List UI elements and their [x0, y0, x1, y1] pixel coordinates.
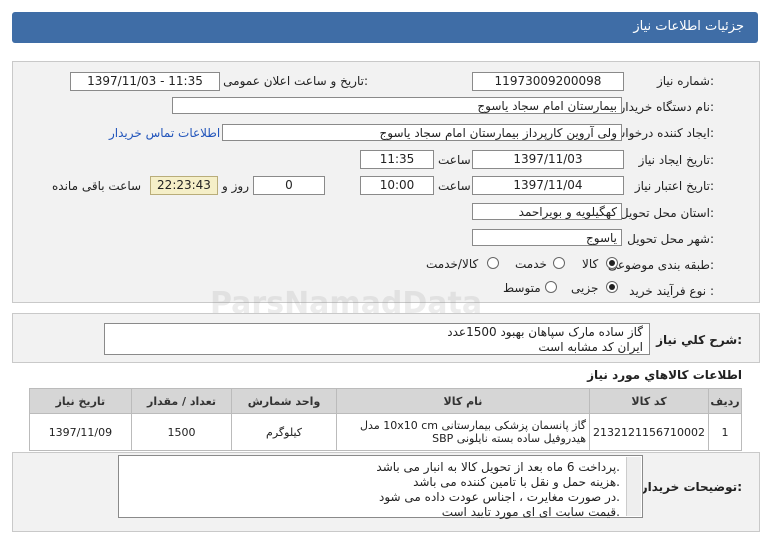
category-option-goods-service: کالا/خدمت: [426, 257, 479, 271]
buyer-contact-link[interactable]: اطلاعات تماس خریدار: [109, 126, 220, 140]
summary-line: ایران کد مشابه است: [538, 340, 643, 354]
remaining-time-field: 22:23:43: [150, 176, 218, 195]
buyer-notes-line: پرداخت 6 ماه بعد از تحویل کالا به انبار …: [376, 460, 620, 474]
process-option-medium: متوسط: [503, 281, 541, 295]
need-number-label: شماره نیاز:: [656, 74, 714, 88]
province-label: استان محل تحویل:: [619, 206, 714, 220]
items-section-title: اطلاعات کالاهاي مورد نياز: [587, 368, 742, 382]
buyer-field: بیمارستان امام سجاد یاسوج: [172, 97, 622, 114]
column-header: ردیف: [708, 388, 742, 414]
category-radio-service[interactable]: [553, 257, 565, 269]
summary-label: شرح کلي نياز:: [656, 333, 742, 347]
buyer-notes-line: در صورت مغایرت ، اجناس عودت داده می شود.: [379, 490, 620, 504]
validity-date-field: 1397/11/04: [472, 176, 624, 195]
process-radio-medium[interactable]: [545, 281, 557, 293]
item-name-cell: گاز پانسمان پزشکی بیمارستانی 10x10 cm مد…: [335, 413, 591, 451]
table-header-row: ردیف کد کالا نام کالا واحد شمارش تعداد /…: [29, 388, 742, 414]
category-label: طبقه بندی موضوعی:: [607, 258, 714, 272]
column-header: کد کالا: [589, 388, 710, 414]
remaining-days-field: 0: [253, 176, 325, 195]
created-time-label: ساعت: [438, 153, 471, 167]
category-radio-goods[interactable]: [606, 257, 618, 269]
category-radio-goods-service[interactable]: [487, 257, 499, 269]
remaining-days-label: روز و: [222, 179, 249, 193]
created-date-label: تاریخ ایجاد نیاز:: [638, 153, 714, 167]
category-option-service: خدمت: [515, 257, 547, 271]
created-date-field: 1397/11/03: [472, 150, 624, 169]
summary-line: گاز ساده مارک سپاهان بهبود 1500عدد: [447, 325, 643, 339]
created-time-field: 11:35: [360, 150, 434, 169]
summary-field: گاز ساده مارک سپاهان بهبود 1500عدد ایران…: [104, 323, 650, 355]
buyer-notes-line: هزینه حمل و نقل با تامین کننده می باشد.: [413, 475, 620, 489]
process-radio-minor[interactable]: [606, 281, 618, 293]
quantity-cell: 1500: [130, 413, 233, 451]
buyer-notes-line: قیمت سایت ای ای مورد تایید است.: [441, 505, 620, 519]
row-number-cell: 1: [708, 413, 742, 451]
column-header: واحد شمارش: [231, 388, 337, 414]
city-label: شهر محل تحویل:: [627, 232, 714, 246]
item-code-cell: 2132121156710002: [589, 413, 710, 451]
announce-field: 1397/11/03 - 11:35: [70, 72, 220, 91]
need-number-field: 11973009200098: [472, 72, 624, 91]
column-header: تاریخ نیاز: [29, 388, 132, 414]
province-field: کهگیلویه و بویراحمد: [472, 203, 622, 220]
need-date-cell: 1397/11/09: [29, 413, 132, 451]
city-field: یاسوج: [472, 229, 622, 246]
column-header: نام کالا: [335, 388, 591, 414]
buyer-notes-field: پرداخت 6 ماه بعد از تحویل کالا به انبار …: [118, 455, 643, 519]
buyer-notes-scrollbar[interactable]: [626, 457, 641, 516]
remaining-time-label: ساعت باقی مانده: [52, 179, 142, 193]
items-table: ردیف کد کالا نام کالا واحد شمارش تعداد /…: [29, 388, 742, 451]
page-title: جزئیات اطلاعات نیاز: [633, 19, 744, 34]
table-row[interactable]: 1 2132121156710002 گاز پانسمان پزشکی بیم…: [29, 413, 742, 451]
validity-time-label: ساعت: [438, 179, 471, 193]
announce-label: تاریخ و ساعت اعلان عمومی:: [223, 74, 368, 88]
process-option-minor: جزیی: [571, 281, 599, 295]
unit-cell: کیلوگرم: [231, 413, 337, 451]
process-label: نوع فرآیند خرید :: [629, 284, 714, 298]
column-header: تعداد / مقدار: [130, 388, 233, 414]
requester-field: ولی آروین کارپرداز بیمارستان امام سجاد ی…: [222, 124, 622, 141]
validity-time-field: 10:00: [360, 176, 434, 195]
buyer-label: نام دستگاه خریدار:: [619, 100, 715, 114]
page-header: جزئیات اطلاعات نیاز: [12, 12, 758, 43]
buyer-notes-label: توضیحات خریدار:: [640, 480, 742, 494]
category-option-goods: کالا: [582, 257, 599, 271]
validity-date-label: تاریخ اعتبار نیاز:: [634, 179, 714, 193]
